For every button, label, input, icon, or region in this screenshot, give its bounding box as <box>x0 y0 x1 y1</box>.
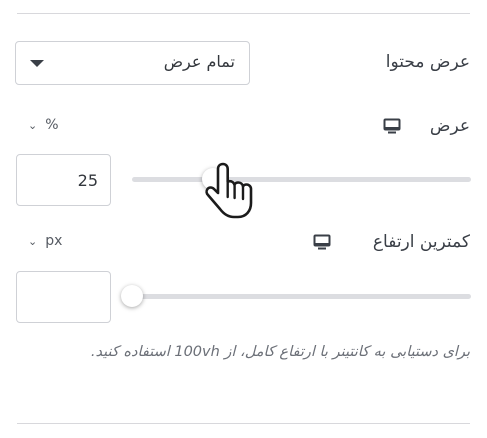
min-height-input[interactable] <box>16 271 111 323</box>
monitor-icon[interactable] <box>313 234 331 250</box>
min-height-slider-track[interactable] <box>132 294 471 299</box>
chevron-down-icon: ⌄ <box>28 119 38 132</box>
width-slider-track[interactable] <box>132 177 471 182</box>
width-unit-selector[interactable]: ⌄% <box>28 117 59 133</box>
chevron-down-icon: ⌄ <box>28 235 38 248</box>
min-height-help-text: برای دستیابی به کانتینر با ارتفاع کامل، … <box>90 344 470 360</box>
bottom-divider <box>17 423 470 424</box>
min-height-slider-thumb[interactable] <box>121 285 143 307</box>
width-unit-value: % <box>45 117 59 133</box>
layout-controls-panel: عرض محتوا تمام عرض عرض ⌄% کمترین ارتفاع … <box>0 0 487 438</box>
width-input[interactable] <box>16 154 111 206</box>
content-width-label: عرض محتوا <box>385 52 470 72</box>
monitor-icon[interactable] <box>383 118 401 134</box>
caret-down-icon <box>30 60 44 67</box>
content-width-select-value: تمام عرض <box>163 52 235 71</box>
min-height-unit-value: px <box>45 233 63 249</box>
min-height-label: کمترین ارتفاع <box>372 232 470 252</box>
content-width-select[interactable]: تمام عرض <box>15 41 250 85</box>
hand-pointer-icon <box>205 162 253 219</box>
min-height-unit-selector[interactable]: ⌄ px <box>28 233 62 249</box>
top-divider <box>17 13 470 14</box>
width-label: عرض <box>429 116 470 136</box>
